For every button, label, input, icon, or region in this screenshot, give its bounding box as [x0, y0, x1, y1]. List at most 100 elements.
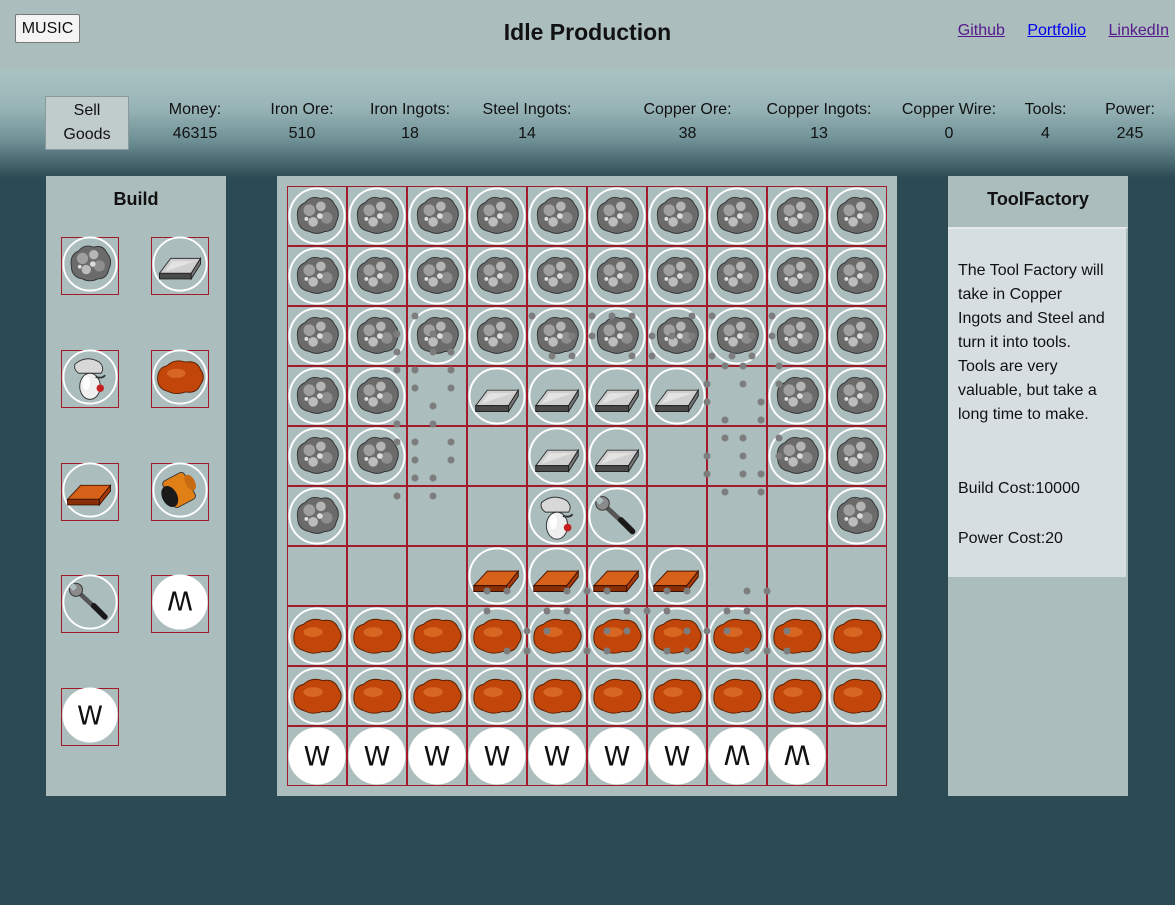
grid-cell[interactable]: [347, 186, 407, 246]
grid-cell[interactable]: W: [767, 726, 827, 786]
grid-cell[interactable]: [467, 426, 527, 486]
grid-cell[interactable]: [527, 546, 587, 606]
grid-cell[interactable]: W: [287, 726, 347, 786]
grid-cell[interactable]: [587, 426, 647, 486]
grid-cell[interactable]: [287, 306, 347, 366]
build-copper-ore[interactable]: [151, 348, 209, 408]
grid-cell[interactable]: [707, 426, 767, 486]
grid-cell[interactable]: [527, 426, 587, 486]
grid-cell[interactable]: [587, 186, 647, 246]
github-link[interactable]: Github: [958, 22, 1005, 39]
grid-cell[interactable]: W: [467, 726, 527, 786]
grid-cell[interactable]: [647, 606, 707, 666]
grid-cell[interactable]: [347, 246, 407, 306]
grid-cell[interactable]: [347, 546, 407, 606]
grid-cell[interactable]: [647, 546, 707, 606]
grid-cell[interactable]: [827, 726, 887, 786]
build-copper-wire[interactable]: [151, 461, 209, 521]
grid-cell[interactable]: [407, 366, 467, 426]
grid-cell[interactable]: [647, 186, 707, 246]
grid-cell[interactable]: [467, 486, 527, 546]
grid-cell[interactable]: [407, 246, 467, 306]
grid-cell[interactable]: [527, 246, 587, 306]
grid-cell[interactable]: [347, 486, 407, 546]
grid-cell[interactable]: [707, 606, 767, 666]
build-power-w[interactable]: W: [61, 686, 119, 746]
grid-cell[interactable]: [587, 666, 647, 726]
grid-cell[interactable]: [587, 606, 647, 666]
grid-cell[interactable]: [767, 246, 827, 306]
grid-cell[interactable]: [287, 486, 347, 546]
grid-cell[interactable]: [707, 666, 767, 726]
grid-cell[interactable]: [767, 546, 827, 606]
build-power-m[interactable]: W: [151, 573, 209, 633]
grid-cell[interactable]: [827, 546, 887, 606]
grid-cell[interactable]: [467, 546, 527, 606]
grid-cell[interactable]: [287, 366, 347, 426]
grid-cell[interactable]: [827, 246, 887, 306]
grid-cell[interactable]: [707, 486, 767, 546]
grid-cell[interactable]: [467, 246, 527, 306]
grid-cell[interactable]: [287, 606, 347, 666]
grid-cell[interactable]: [527, 666, 587, 726]
grid-cell[interactable]: [287, 426, 347, 486]
grid-cell[interactable]: [467, 666, 527, 726]
grid-cell[interactable]: [707, 306, 767, 366]
grid-cell[interactable]: W: [647, 726, 707, 786]
grid-cell[interactable]: [587, 246, 647, 306]
grid-cell[interactable]: [767, 306, 827, 366]
grid-cell[interactable]: [467, 366, 527, 426]
grid-cell[interactable]: [347, 666, 407, 726]
grid-cell[interactable]: [287, 246, 347, 306]
grid-cell[interactable]: [467, 186, 527, 246]
grid-cell[interactable]: [707, 546, 767, 606]
grid-cell[interactable]: [827, 606, 887, 666]
grid-cell[interactable]: [407, 306, 467, 366]
build-steel-smelter[interactable]: [61, 348, 119, 408]
grid-cell[interactable]: [647, 486, 707, 546]
grid-cell[interactable]: [647, 666, 707, 726]
grid-cell[interactable]: [347, 306, 407, 366]
grid-cell[interactable]: [647, 246, 707, 306]
grid-cell[interactable]: [587, 546, 647, 606]
grid-cell[interactable]: [347, 606, 407, 666]
grid-cell[interactable]: [827, 306, 887, 366]
grid-cell[interactable]: [827, 486, 887, 546]
grid-cell[interactable]: [467, 606, 527, 666]
grid-cell[interactable]: [527, 606, 587, 666]
grid-cell[interactable]: [467, 306, 527, 366]
grid-cell[interactable]: [587, 366, 647, 426]
grid-cell[interactable]: [407, 546, 467, 606]
grid-cell[interactable]: [647, 366, 707, 426]
grid-cell[interactable]: [407, 426, 467, 486]
grid-cell[interactable]: [767, 186, 827, 246]
grid-cell[interactable]: [407, 606, 467, 666]
grid-cell[interactable]: [827, 426, 887, 486]
grid-cell[interactable]: [407, 486, 467, 546]
grid-cell[interactable]: [527, 306, 587, 366]
grid-cell[interactable]: [287, 186, 347, 246]
grid-cell[interactable]: [587, 306, 647, 366]
grid-cell[interactable]: [827, 186, 887, 246]
grid-cell[interactable]: [767, 486, 827, 546]
grid-cell[interactable]: W: [407, 726, 467, 786]
build-iron-ingot[interactable]: [151, 235, 209, 295]
build-copper-ingot[interactable]: [61, 461, 119, 521]
grid-cell[interactable]: W: [527, 726, 587, 786]
grid-cell[interactable]: [407, 186, 467, 246]
grid-cell[interactable]: W: [707, 726, 767, 786]
grid-cell[interactable]: [647, 426, 707, 486]
grid-cell[interactable]: [767, 366, 827, 426]
grid-cell[interactable]: [707, 246, 767, 306]
grid-cell[interactable]: [287, 666, 347, 726]
grid-cell[interactable]: [827, 366, 887, 426]
grid-cell[interactable]: [707, 366, 767, 426]
grid-cell[interactable]: [767, 426, 827, 486]
portfolio-link[interactable]: Portfolio: [1027, 22, 1086, 39]
grid-cell[interactable]: [767, 606, 827, 666]
grid-cell[interactable]: [287, 546, 347, 606]
grid-cell[interactable]: [407, 666, 467, 726]
grid-cell[interactable]: [827, 666, 887, 726]
linkedin-link[interactable]: LinkedIn: [1109, 22, 1170, 39]
grid-cell[interactable]: [767, 666, 827, 726]
